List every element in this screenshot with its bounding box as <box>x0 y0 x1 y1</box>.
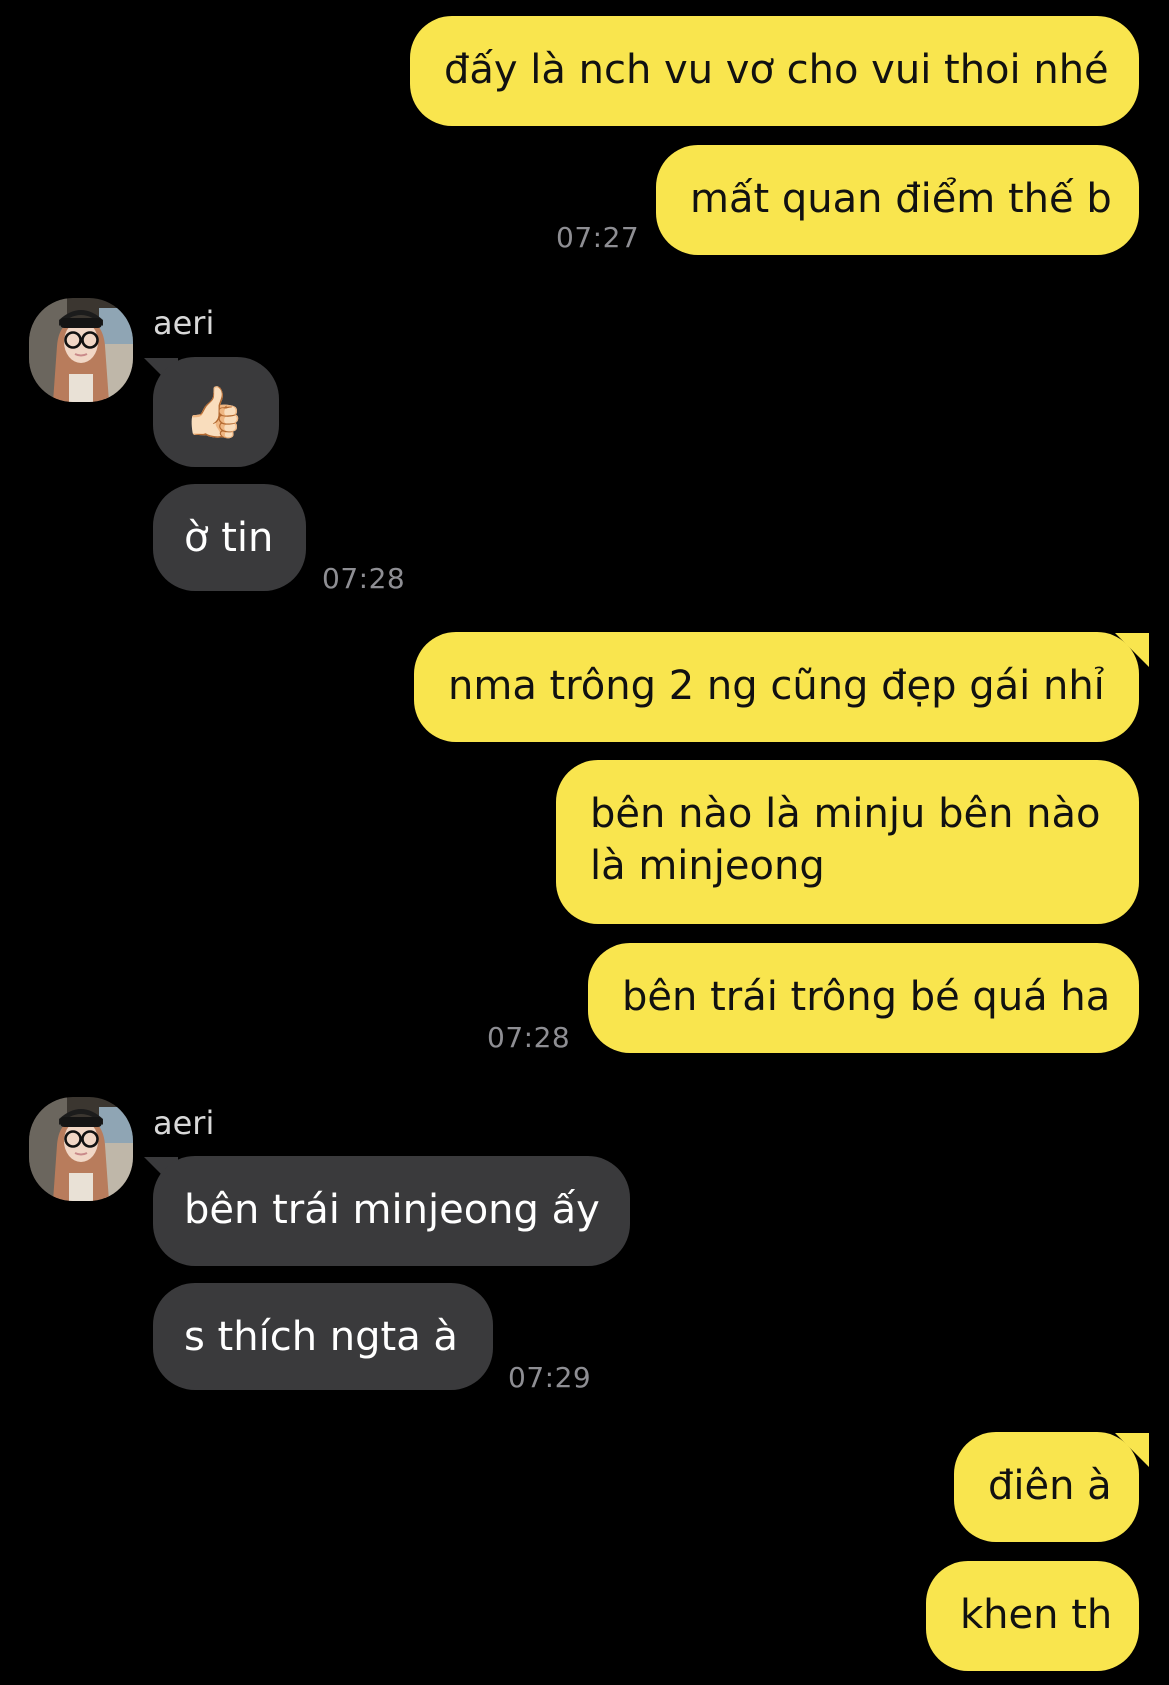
message-timestamp: 07:28 <box>487 1021 571 1054</box>
message-text: ờ tin <box>184 515 274 561</box>
sent-message-bubble[interactable]: mất quan điểm thế b <box>656 145 1139 255</box>
sent-message-bubble[interactable]: nma trông 2 ng cũng đẹp gái nhỉ <box>414 632 1139 742</box>
message-timestamp: 07:28 <box>322 562 406 595</box>
message-text: bên trái minjeong ấy <box>184 1187 600 1233</box>
sender-name: aeri <box>153 1104 215 1142</box>
received-message-bubble[interactable]: ờ tin <box>153 484 306 591</box>
sent-message-bubble[interactable]: bên trái trông bé quá ha <box>588 943 1139 1053</box>
received-message-bubble[interactable]: 👍🏻 <box>153 357 279 467</box>
sent-message-bubble[interactable]: bên nào là minju bên nào là minjeong <box>556 760 1139 924</box>
message-timestamp: 07:27 <box>556 221 640 254</box>
avatar-photo-icon <box>29 298 133 402</box>
sender-name: aeri <box>153 304 215 342</box>
message-text: khen th <box>960 1592 1113 1638</box>
thumbs-up-emoji: 👍🏻 <box>183 383 246 441</box>
message-text: mất quan điểm thế b <box>690 176 1112 222</box>
avatar-photo-icon <box>29 1097 133 1201</box>
message-text: bên nào là minju bên nào là minjeong <box>590 791 1101 889</box>
received-message-bubble[interactable]: bên trái minjeong ấy <box>153 1156 630 1266</box>
sent-message-bubble[interactable]: điên à <box>954 1432 1139 1542</box>
message-text: đấy là nch vu vơ cho vui thoi nhé <box>444 47 1109 93</box>
message-text: s thích ngta à <box>184 1314 458 1360</box>
message-text: bên trái trông bé quá ha <box>622 974 1111 1020</box>
message-text: điên à <box>988 1463 1112 1509</box>
contact-avatar[interactable] <box>29 298 133 402</box>
contact-avatar[interactable] <box>29 1097 133 1201</box>
message-timestamp: 07:29 <box>508 1361 592 1394</box>
sent-message-bubble[interactable]: khen th <box>926 1561 1139 1671</box>
message-text: nma trông 2 ng cũng đẹp gái nhỉ <box>448 663 1105 709</box>
sent-message-bubble[interactable]: đấy là nch vu vơ cho vui thoi nhé <box>410 16 1139 126</box>
received-message-bubble[interactable]: s thích ngta à <box>153 1283 493 1390</box>
